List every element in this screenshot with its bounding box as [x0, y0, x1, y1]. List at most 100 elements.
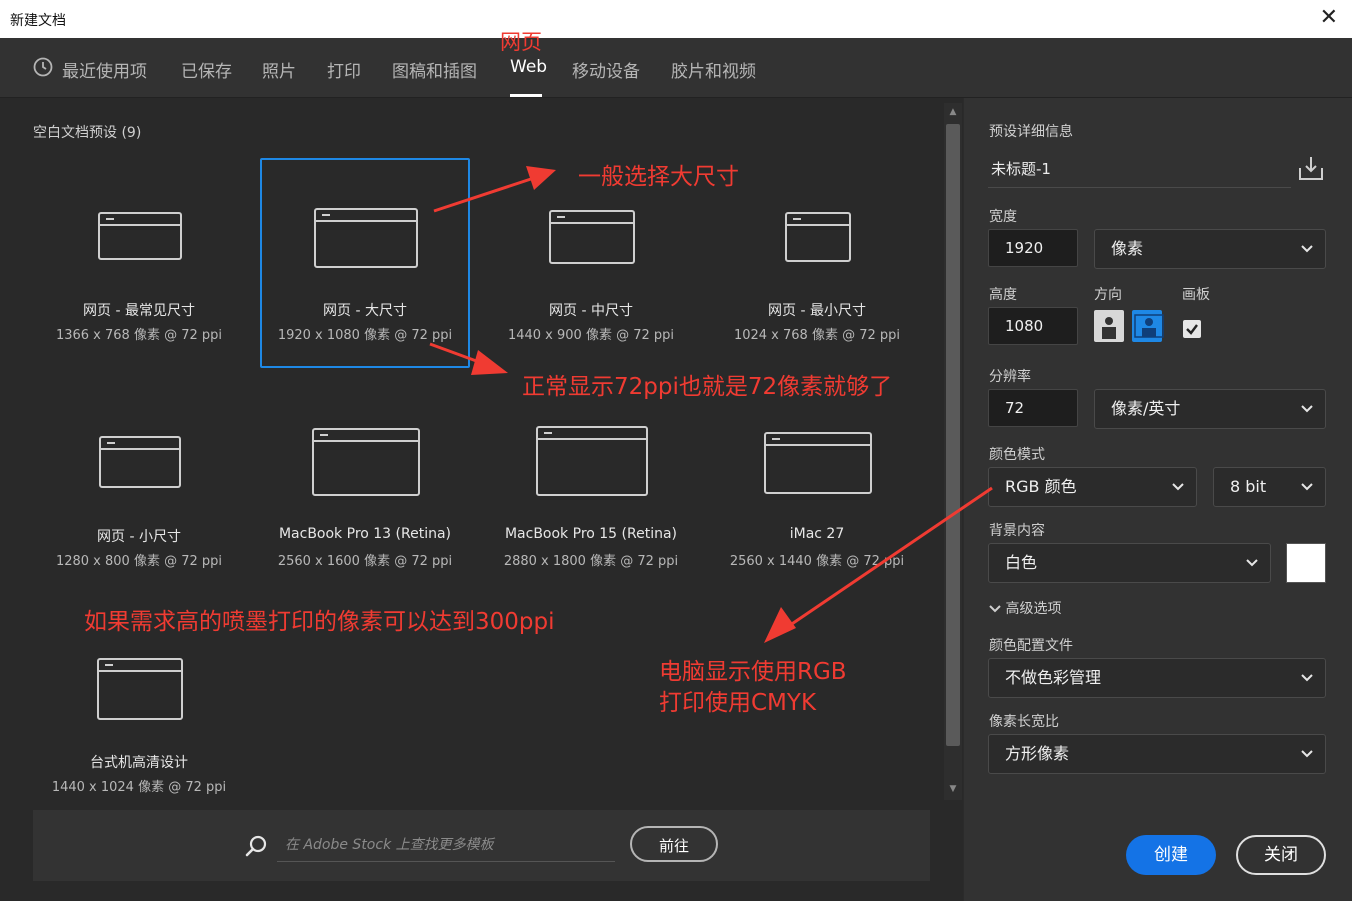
- landscape-icon: [1134, 314, 1164, 338]
- portrait-orientation-button[interactable]: [1094, 310, 1124, 342]
- preset-tile-macbook-15[interactable]: MacBook Pro 15 (Retina) 2880 x 1800 像素 @…: [485, 386, 697, 598]
- color-mode-select[interactable]: RGB 颜色: [988, 467, 1197, 507]
- document-icon: [97, 658, 183, 720]
- width-unit-select[interactable]: 像素: [1094, 229, 1326, 269]
- tab-art-illustration[interactable]: 图稿和插图: [392, 57, 477, 82]
- create-button[interactable]: 创建: [1126, 835, 1216, 875]
- preset-name: 网页 - 最常见尺寸: [83, 303, 195, 319]
- preset-name: 网页 - 中尺寸: [549, 303, 633, 319]
- resolution-label: 分辨率: [989, 369, 1031, 385]
- selected-preset-highlight: [260, 158, 470, 368]
- bit-depth-select[interactable]: 8 bit: [1213, 467, 1326, 507]
- close-button[interactable]: 关闭: [1236, 835, 1326, 875]
- search-icon: [245, 835, 267, 857]
- annotation-color-note-1: 电脑显示使用RGB: [659, 659, 847, 685]
- background-label: 背景内容: [989, 523, 1045, 539]
- tab-mobile[interactable]: 移动设备: [572, 57, 640, 82]
- document-icon: [549, 210, 635, 264]
- document-icon: [764, 432, 872, 494]
- annotation-ppi-note: 正常显示72ppi也就是72像素就够了: [522, 374, 893, 400]
- annotation-color-note-2: 打印使用CMYK: [659, 690, 817, 716]
- preset-tile-web-common[interactable]: 网页 - 最常见尺寸 1366 x 768 像素 @ 72 ppi: [33, 160, 245, 372]
- background-value: 白色: [1005, 553, 1038, 572]
- width-unit-value: 像素: [1111, 239, 1144, 258]
- artboard-checkbox[interactable]: [1183, 320, 1201, 338]
- bit-depth-value: 8 bit: [1230, 477, 1267, 496]
- chevron-down-icon: [1301, 483, 1313, 491]
- pixel-aspect-select[interactable]: 方形像素: [988, 734, 1326, 774]
- preset-tile-macbook-13[interactable]: MacBook Pro 13 (Retina) 2560 x 1600 像素 @…: [259, 386, 471, 598]
- artboard-label: 画板: [1182, 287, 1210, 303]
- color-mode-label: 颜色模式: [989, 447, 1045, 463]
- preset-section-title: 空白文档预设 (9): [33, 125, 142, 141]
- advanced-options-label: 高级选项: [1005, 601, 1062, 617]
- advanced-options-toggle[interactable]: 高级选项: [989, 598, 1061, 618]
- document-icon: [785, 212, 851, 262]
- pixel-aspect-value: 方形像素: [1005, 744, 1070, 763]
- annotation-size-note: 一般选择大尺寸: [578, 164, 739, 190]
- preset-spec: 2560 x 1600 像素 @ 72 ppi: [277, 554, 453, 569]
- preset-name: 网页 - 最小尺寸: [768, 303, 866, 319]
- color-profile-value: 不做色彩管理: [1005, 668, 1102, 687]
- preset-name: MacBook Pro 15 (Retina): [504, 526, 678, 542]
- scroll-down-icon[interactable]: ▼: [944, 780, 962, 798]
- save-preset-icon[interactable]: [1297, 154, 1325, 182]
- window-title: 新建文档: [10, 13, 66, 29]
- details-header: 预设详细信息: [989, 124, 1073, 140]
- preset-name: MacBook Pro 13 (Retina): [278, 526, 452, 542]
- pixel-aspect-label: 像素长宽比: [989, 714, 1059, 730]
- document-icon: [536, 426, 648, 496]
- tab-film-video[interactable]: 胶片和视频: [671, 57, 756, 82]
- preset-name: iMac 27: [789, 526, 845, 542]
- tab-print[interactable]: 打印: [327, 57, 361, 82]
- chevron-down-icon: [1301, 750, 1313, 758]
- preset-tile-web-medium[interactable]: 网页 - 中尺寸 1440 x 900 像素 @ 72 ppi: [485, 160, 697, 372]
- stock-go-button[interactable]: 前往: [630, 826, 718, 862]
- preset-spec: 2880 x 1800 像素 @ 72 ppi: [503, 554, 679, 569]
- chevron-down-icon: [1301, 674, 1313, 682]
- resolution-unit-select[interactable]: 像素/英寸: [1094, 389, 1326, 429]
- color-profile-label: 颜色配置文件: [989, 638, 1073, 654]
- preset-tile-imac-27[interactable]: iMac 27 2560 x 1440 像素 @ 72 ppi: [711, 386, 923, 598]
- height-input[interactable]: 1080: [988, 307, 1078, 345]
- clock-icon: [33, 57, 53, 77]
- chevron-down-icon: [1301, 405, 1313, 413]
- chevron-down-icon: [1246, 559, 1258, 567]
- preset-name: 台式机高清设计: [90, 755, 188, 771]
- preset-spec: 2560 x 1440 像素 @ 72 ppi: [729, 554, 905, 569]
- background-select[interactable]: 白色: [988, 543, 1271, 583]
- width-label: 宽度: [989, 209, 1017, 225]
- landscape-orientation-button[interactable]: [1132, 310, 1164, 342]
- scroll-up-icon[interactable]: ▲: [944, 103, 962, 121]
- height-label: 高度: [989, 287, 1017, 303]
- scrollbar-thumb[interactable]: [946, 124, 960, 746]
- width-input[interactable]: 1920: [988, 229, 1078, 267]
- document-name-field[interactable]: 未标题-1: [988, 150, 1291, 188]
- annotation-print-note: 如果需求高的喷墨打印的像素可以达到300ppi: [84, 609, 555, 635]
- preset-tile-web-small[interactable]: 网页 - 小尺寸 1280 x 800 像素 @ 72 ppi: [33, 386, 245, 598]
- orientation-label: 方向: [1094, 287, 1122, 303]
- tab-saved[interactable]: 已保存: [181, 57, 232, 82]
- stock-search-input[interactable]: 在 Adobe Stock 上查找更多模板: [277, 832, 615, 862]
- resolution-input[interactable]: 72: [988, 389, 1078, 427]
- preset-spec: 1366 x 768 像素 @ 72 ppi: [55, 328, 223, 343]
- title-bar: 新建文档 ✕: [0, 0, 1352, 38]
- preset-spec: 1440 x 900 像素 @ 72 ppi: [507, 328, 675, 343]
- document-icon: [98, 212, 182, 260]
- color-profile-select[interactable]: 不做色彩管理: [988, 658, 1326, 698]
- color-mode-value: RGB 颜色: [1005, 477, 1077, 496]
- chevron-down-icon: [1172, 483, 1184, 491]
- preset-tile-desktop-hd[interactable]: 台式机高清设计 1440 x 1024 像素 @ 72 ppi: [33, 612, 245, 824]
- window-close-icon[interactable]: ✕: [1320, 6, 1338, 30]
- tab-web[interactable]: Web: [510, 57, 547, 77]
- tab-recent[interactable]: 最近使用项: [62, 57, 147, 82]
- preset-name: 网页 - 小尺寸: [97, 529, 181, 545]
- background-color-swatch[interactable]: [1286, 543, 1326, 583]
- preset-spec: 1280 x 800 像素 @ 72 ppi: [55, 554, 223, 569]
- document-icon: [312, 428, 420, 496]
- chevron-down-icon: [1301, 245, 1313, 253]
- annotation-web-tab: 网页: [500, 30, 542, 54]
- resolution-unit-value: 像素/英寸: [1111, 399, 1181, 418]
- tab-photo[interactable]: 照片: [262, 57, 296, 82]
- preset-tile-web-minimum[interactable]: 网页 - 最小尺寸 1024 x 768 像素 @ 72 ppi: [711, 160, 923, 372]
